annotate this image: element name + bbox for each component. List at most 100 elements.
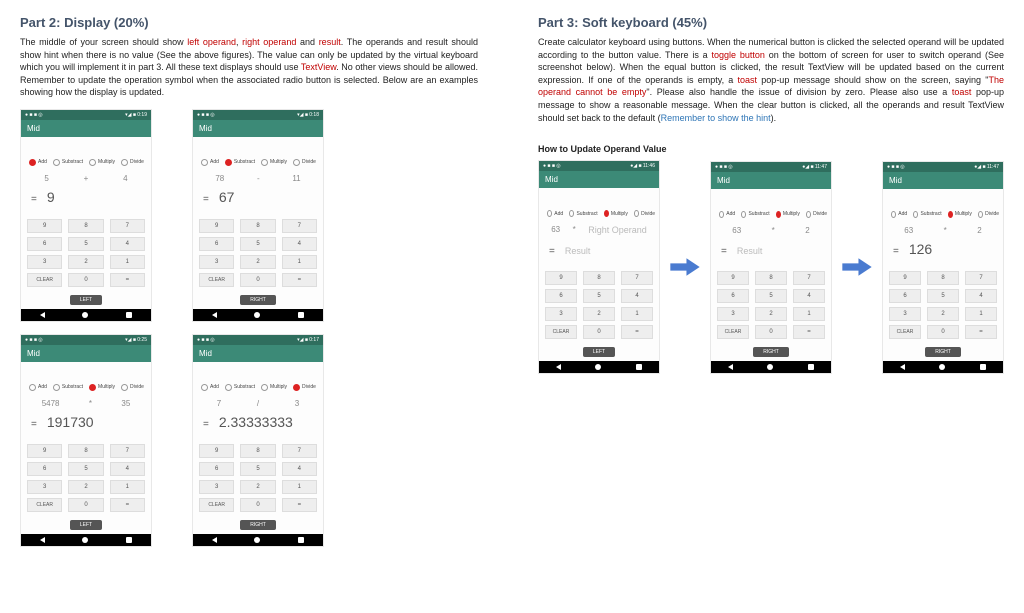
key-5[interactable]: 5 — [927, 289, 959, 303]
operand-toggle[interactable]: LEFT — [70, 295, 102, 305]
key-6[interactable]: 6 — [717, 289, 749, 303]
key-CLEAR[interactable]: CLEAR — [199, 498, 234, 512]
key-4[interactable]: 4 — [110, 237, 145, 251]
radio-add[interactable] — [201, 159, 208, 166]
recent-button[interactable] — [808, 364, 814, 370]
key-6[interactable]: 6 — [889, 289, 921, 303]
key-3[interactable]: 3 — [889, 307, 921, 321]
key-CLEAR[interactable]: CLEAR — [889, 325, 921, 339]
key-4[interactable]: 4 — [110, 462, 145, 476]
recent-button[interactable] — [126, 312, 132, 318]
key-5[interactable]: 5 — [240, 237, 275, 251]
home-button[interactable] — [254, 312, 260, 318]
radio-div[interactable] — [978, 211, 983, 218]
key-1[interactable]: 1 — [282, 480, 317, 494]
recent-button[interactable] — [298, 312, 304, 318]
key-7[interactable]: 7 — [282, 444, 317, 458]
radio-mul[interactable] — [89, 384, 96, 391]
key-CLEAR[interactable]: CLEAR — [27, 273, 62, 287]
key-3[interactable]: 3 — [199, 255, 234, 269]
key-6[interactable]: 6 — [27, 462, 62, 476]
key-=[interactable]: = — [110, 273, 145, 287]
key-1[interactable]: 1 — [282, 255, 317, 269]
key-6[interactable]: 6 — [199, 237, 234, 251]
radio-add[interactable] — [891, 211, 896, 218]
key-8[interactable]: 8 — [240, 219, 275, 233]
operand-toggle[interactable]: LEFT — [70, 520, 102, 530]
key-8[interactable]: 8 — [68, 444, 103, 458]
key-3[interactable]: 3 — [545, 307, 577, 321]
back-button[interactable] — [556, 364, 561, 370]
key-=[interactable]: = — [110, 498, 145, 512]
radio-sub[interactable] — [913, 211, 918, 218]
radio-div[interactable] — [293, 159, 300, 166]
home-button[interactable] — [82, 537, 88, 543]
home-button[interactable] — [939, 364, 945, 370]
key-9[interactable]: 9 — [199, 444, 234, 458]
key-0[interactable]: 0 — [240, 273, 275, 287]
key-3[interactable]: 3 — [27, 480, 62, 494]
key-0[interactable]: 0 — [583, 325, 615, 339]
key-=[interactable]: = — [621, 325, 653, 339]
key-7[interactable]: 7 — [965, 271, 997, 285]
key-1[interactable]: 1 — [110, 480, 145, 494]
key-9[interactable]: 9 — [545, 271, 577, 285]
key-9[interactable]: 9 — [27, 444, 62, 458]
key-CLEAR[interactable]: CLEAR — [27, 498, 62, 512]
recent-button[interactable] — [126, 537, 132, 543]
key-3[interactable]: 3 — [717, 307, 749, 321]
radio-mul[interactable] — [948, 211, 953, 218]
home-button[interactable] — [767, 364, 773, 370]
key-5[interactable]: 5 — [68, 462, 103, 476]
key-2[interactable]: 2 — [68, 255, 103, 269]
key-5[interactable]: 5 — [68, 237, 103, 251]
key-0[interactable]: 0 — [927, 325, 959, 339]
operand-toggle[interactable]: LEFT — [583, 347, 615, 357]
key-1[interactable]: 1 — [110, 255, 145, 269]
radio-sub[interactable] — [225, 384, 232, 391]
key-2[interactable]: 2 — [68, 480, 103, 494]
key-=[interactable]: = — [282, 273, 317, 287]
back-button[interactable] — [900, 364, 905, 370]
operand-toggle[interactable]: RIGHT — [753, 347, 789, 357]
key-1[interactable]: 1 — [965, 307, 997, 321]
key-7[interactable]: 7 — [110, 219, 145, 233]
key-6[interactable]: 6 — [199, 462, 234, 476]
key-4[interactable]: 4 — [621, 289, 653, 303]
key-0[interactable]: 0 — [68, 273, 103, 287]
radio-div[interactable] — [293, 384, 300, 391]
key-4[interactable]: 4 — [965, 289, 997, 303]
radio-div[interactable] — [121, 159, 128, 166]
key-CLEAR[interactable]: CLEAR — [199, 273, 234, 287]
radio-add[interactable] — [29, 384, 36, 391]
radio-add[interactable] — [547, 210, 552, 217]
back-button[interactable] — [728, 364, 733, 370]
key-4[interactable]: 4 — [282, 237, 317, 251]
key-2[interactable]: 2 — [240, 255, 275, 269]
key-2[interactable]: 2 — [240, 480, 275, 494]
key-6[interactable]: 6 — [545, 289, 577, 303]
key-=[interactable]: = — [282, 498, 317, 512]
radio-mul[interactable] — [261, 384, 268, 391]
key-8[interactable]: 8 — [927, 271, 959, 285]
key-2[interactable]: 2 — [927, 307, 959, 321]
key-9[interactable]: 9 — [199, 219, 234, 233]
key-7[interactable]: 7 — [282, 219, 317, 233]
back-button[interactable] — [40, 537, 45, 543]
operand-toggle[interactable]: RIGHT — [240, 520, 276, 530]
key-CLEAR[interactable]: CLEAR — [717, 325, 749, 339]
key-CLEAR[interactable]: CLEAR — [545, 325, 577, 339]
radio-add[interactable] — [201, 384, 208, 391]
key-3[interactable]: 3 — [199, 480, 234, 494]
radio-mul[interactable] — [261, 159, 268, 166]
key-7[interactable]: 7 — [621, 271, 653, 285]
radio-mul[interactable] — [604, 210, 609, 217]
key-0[interactable]: 0 — [68, 498, 103, 512]
key-3[interactable]: 3 — [27, 255, 62, 269]
key-9[interactable]: 9 — [889, 271, 921, 285]
home-button[interactable] — [595, 364, 601, 370]
radio-mul[interactable] — [89, 159, 96, 166]
recent-button[interactable] — [980, 364, 986, 370]
radio-div[interactable] — [121, 384, 128, 391]
key-4[interactable]: 4 — [282, 462, 317, 476]
